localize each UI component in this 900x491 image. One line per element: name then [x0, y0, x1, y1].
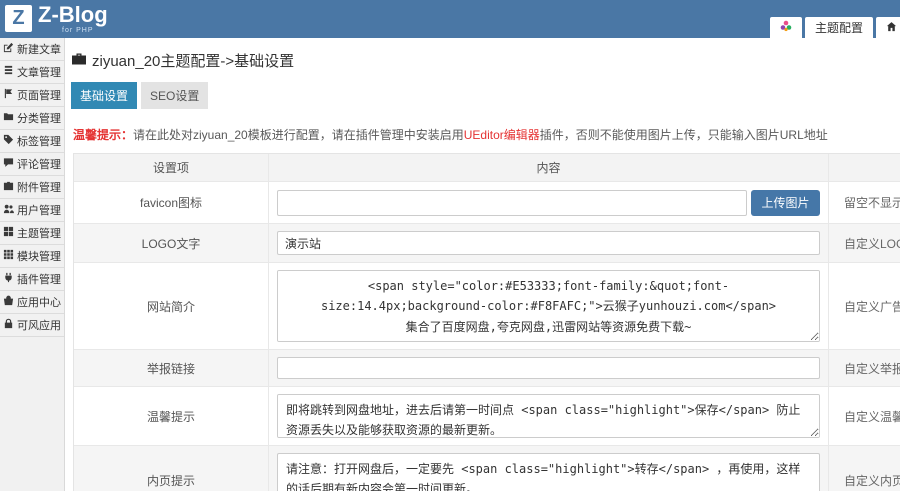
table-row-report-link: 举报链接 自定义举报链接 — [74, 350, 900, 387]
top-header-bar: Z Z-Blog for PHP 主题配置 后台首页 — [0, 0, 900, 38]
sidebar-item-label: 页面管理 — [17, 90, 61, 102]
header-tab-bar: 主题配置 后台首页 — [770, 17, 900, 38]
row-remark: 自定义内页提示 — [844, 473, 900, 488]
page-title-text: ziyuan_20主题配置->基础设置 — [92, 53, 295, 70]
favicon-url-input[interactable] — [277, 189, 748, 216]
row-remark: 自定义LOGO文字 — [844, 236, 900, 251]
sidebar-item-label: 分类管理 — [17, 113, 61, 125]
row-label: LOGO文字 — [74, 224, 269, 262]
toolbox-icon — [71, 52, 87, 70]
flag-icon — [3, 88, 14, 102]
table-row-site-intro: 网站简介 <span style="color:#E53333;font-fam… — [74, 263, 900, 350]
row-label: 内页提示 — [74, 446, 269, 491]
zblog-logo-text: Z-Blog — [38, 2, 108, 27]
article-list-icon — [3, 65, 14, 79]
row-remark: 自定义温馨提示 — [844, 409, 900, 424]
page-title: ziyuan_20主题配置->基础设置 — [71, 50, 900, 71]
tab-theme-config[interactable]: 主题配置 — [805, 17, 874, 38]
row-remark: 留空不显示 — [844, 196, 900, 210]
folder-icon — [3, 111, 14, 125]
sidebar-item-label: 用户管理 — [17, 205, 61, 217]
sidebar-item-label: 新建文章 — [17, 44, 61, 56]
zblog-logo-mark: Z — [5, 5, 32, 32]
sidebar-item-label: 标签管理 — [17, 136, 61, 148]
notice-highlight: UEditor编辑器 — [463, 128, 540, 142]
store-icon — [3, 295, 14, 309]
sidebar-item-label: 可风应用 — [17, 320, 61, 332]
comment-icon — [3, 157, 14, 171]
row-label: favicon图标 — [74, 182, 269, 223]
notice-prefix: 温馨提示： — [73, 128, 134, 142]
tag-icon — [3, 134, 14, 148]
inner-page-tips-textarea[interactable]: 请注意：打开网盘后，一定要先 <span class="highlight">转… — [277, 453, 820, 491]
table-row-logo-text: LOGO文字 自定义LOGO文字 — [74, 224, 900, 263]
plug-icon — [3, 272, 14, 286]
row-label: 网站简介 — [74, 263, 269, 349]
logo-text-input[interactable] — [277, 231, 820, 255]
zblog-logo-subtext: for PHP — [62, 27, 94, 34]
tab-app-icon[interactable] — [770, 17, 802, 38]
table-row-favicon: favicon图标 上传图片 留空不显示 — [74, 182, 900, 224]
sidebar-item-label: 附件管理 — [17, 182, 61, 194]
warm-tips-textarea[interactable]: 即将跳转到网盘地址，进去后请第一时间点 <span class="highlig… — [277, 394, 820, 438]
sidebar-item-tag-manage[interactable]: 标签管理 — [0, 130, 64, 153]
lock-icon — [3, 318, 14, 332]
sidebar-item-category-manage[interactable]: 分类管理 — [0, 107, 64, 130]
sidebar-item-post-manage[interactable]: 文章管理 — [0, 61, 64, 84]
sidebar-item-label: 主题管理 — [17, 228, 61, 240]
sidebar-item-label: 插件管理 — [17, 274, 61, 286]
notice-message: 温馨提示：请在此处对ziyuan_20模板进行配置，请在插件管理中安装启用UEd… — [73, 126, 900, 143]
sidebar-item-label: 模块管理 — [17, 251, 61, 263]
site-intro-textarea[interactable]: <span style="color:#E53333;font-family:&… — [277, 270, 820, 342]
sidebar-item-label: 评论管理 — [17, 159, 61, 171]
table-row-warm-tips: 温馨提示 即将跳转到网盘地址，进去后请第一时间点 <span class="hi… — [74, 387, 900, 446]
sidebar-item-kefeng-app[interactable]: 可风应用 — [0, 314, 64, 337]
sidebar-item-module-manage[interactable]: 模块管理 — [0, 245, 64, 268]
grid-icon — [3, 249, 14, 263]
column-header-content: 内容 — [269, 154, 829, 181]
sidebar-item-app-center[interactable]: 应用中心 — [0, 291, 64, 314]
sidebar-item-new-post[interactable]: 新建文章 — [0, 38, 64, 61]
sidebar-item-comment-manage[interactable]: 评论管理 — [0, 153, 64, 176]
table-header-row: 设置项 内容 — [74, 154, 900, 182]
tab-admin-home[interactable]: 后台首页 — [876, 17, 900, 38]
tab-basic-settings[interactable]: 基础设置 — [71, 82, 138, 109]
report-link-input[interactable] — [277, 357, 820, 379]
sidebar-item-plugin-manage[interactable]: 插件管理 — [0, 268, 64, 291]
column-header-settings: 设置项 — [74, 154, 269, 181]
upload-image-button[interactable]: 上传图片 — [751, 189, 820, 216]
home-icon — [886, 21, 897, 35]
notice-text-2: 插件，否则不能使用图片上传，只能输入图片URL地址 — [539, 128, 828, 142]
row-remark: 自定义广告位代码 — [844, 299, 900, 314]
sidebar-item-label: 应用中心 — [17, 297, 61, 309]
row-label: 温馨提示 — [74, 387, 269, 445]
edit-icon — [3, 42, 14, 56]
colorful-app-icon — [780, 20, 792, 35]
grid-large-icon — [3, 226, 14, 240]
notice-text-1: 请在此处对ziyuan_20模板进行配置，请在插件管理中安装启用 — [133, 128, 464, 142]
settings-table: 设置项 内容 favicon图标 上传图片 留空不显示 LOGO文字 自定义LO… — [73, 153, 900, 491]
sidebar-item-user-manage[interactable]: 用户管理 — [0, 199, 64, 222]
sidebar-item-page-manage[interactable]: 页面管理 — [0, 84, 64, 107]
config-tab-bar: 基础设置 SEO设置 — [71, 82, 900, 109]
sidebar-item-attachment-manage[interactable]: 附件管理 — [0, 176, 64, 199]
column-header-remark — [829, 154, 900, 181]
sidebar-item-theme-manage[interactable]: 主题管理 — [0, 222, 64, 245]
admin-sidebar: 新建文章 文章管理 页面管理 分类管理 标签管理 评论管理 附件管理 用户管理 … — [0, 38, 65, 491]
table-row-inner-page-tips: 内页提示 请注意：打开网盘后，一定要先 <span class="highlig… — [74, 446, 900, 491]
row-label: 举报链接 — [74, 350, 269, 386]
main-content: ziyuan_20主题配置->基础设置 基础设置 SEO设置 温馨提示：请在此处… — [65, 38, 900, 491]
briefcase-icon — [3, 180, 14, 194]
tab-theme-config-label: 主题配置 — [815, 21, 864, 35]
users-icon — [3, 203, 14, 217]
row-remark: 自定义举报链接 — [844, 361, 900, 376]
tab-seo-settings[interactable]: SEO设置 — [141, 82, 209, 109]
sidebar-item-label: 文章管理 — [17, 67, 61, 79]
